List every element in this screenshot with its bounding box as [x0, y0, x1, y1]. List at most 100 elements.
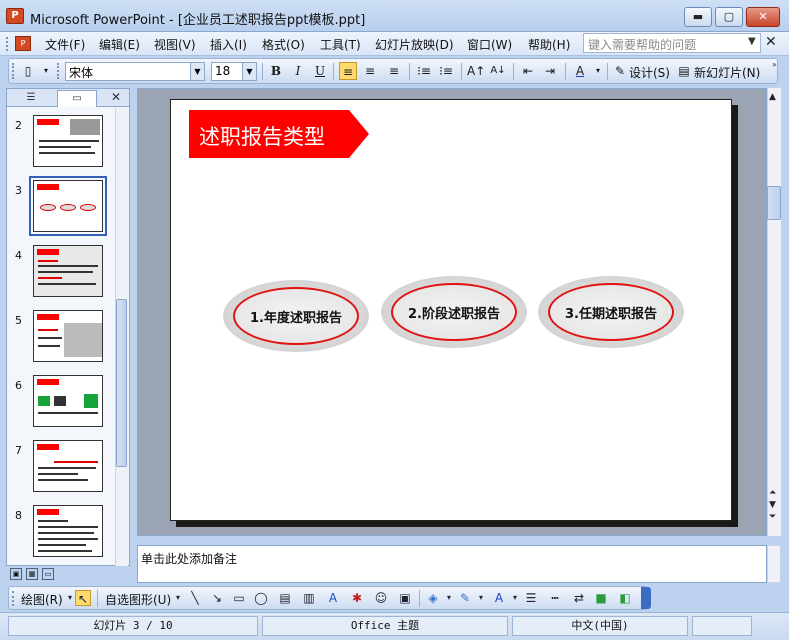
chevron-down-icon[interactable]: ▾	[589, 62, 607, 80]
align-right-icon[interactable]: ≡	[385, 62, 403, 80]
decrease-indent-icon[interactable]: ⇤	[519, 62, 537, 80]
draw-menu-button[interactable]: 绘图(R)	[21, 591, 63, 608]
document-close-button[interactable]: ✕	[765, 34, 777, 50]
more-buttons-icon[interactable]: ▾	[37, 62, 55, 80]
increase-indent-icon[interactable]: ⇥	[541, 62, 559, 80]
slideshow-icon[interactable]: ▭	[42, 568, 54, 580]
3d-style-icon[interactable]: ◧	[617, 590, 633, 606]
pane-close-button[interactable]: ✕	[111, 90, 121, 104]
chevron-down-icon[interactable]: ▼	[242, 63, 256, 80]
textbox-icon[interactable]: ▤	[277, 590, 293, 606]
help-dropdown-icon[interactable]: ▼	[748, 36, 756, 47]
new-slide-button[interactable]: 新幻灯片(N)	[694, 64, 760, 81]
rectangle-icon[interactable]: ▭	[231, 590, 247, 606]
arrow-icon[interactable]: ↘	[209, 590, 225, 606]
menu-edit[interactable]: 编辑(E)	[99, 36, 140, 53]
scroll-up-icon[interactable]: ▲	[769, 92, 776, 102]
line-color-icon[interactable]: ✎	[457, 590, 473, 606]
close-button[interactable]: ✕	[746, 7, 780, 27]
menu-format[interactable]: 格式(O)	[262, 36, 305, 53]
italic-button[interactable]: I	[289, 62, 307, 80]
font-color-icon[interactable]: A	[491, 590, 507, 606]
slide-number: 3	[15, 184, 22, 197]
menu-view[interactable]: 视图(V)	[154, 36, 196, 53]
help-search-input[interactable]: 键入需要帮助的问题	[583, 33, 761, 53]
menu-slideshow[interactable]: 幻灯片放映(D)	[375, 36, 454, 53]
slide-thumbnail-6[interactable]	[33, 375, 103, 427]
document-icon[interactable]: P	[15, 36, 31, 51]
toolbar-options-icon[interactable]: »	[772, 60, 780, 82]
menu-window[interactable]: 窗口(W)	[467, 36, 512, 53]
align-center-icon[interactable]: ≡	[361, 62, 379, 80]
shadow-style-icon[interactable]: ■	[593, 590, 609, 606]
oval-icon[interactable]: ◯	[253, 590, 269, 606]
chevron-down-icon[interactable]: ▼	[190, 63, 204, 80]
maximize-button[interactable]: ▢	[715, 7, 743, 27]
font-size-select[interactable]: 18 ▼	[211, 62, 257, 81]
scroll-down-icon[interactable]: ▼	[769, 500, 776, 510]
line-icon[interactable]: ╲	[187, 590, 203, 606]
fill-color-icon[interactable]: ◈	[425, 590, 441, 606]
select-objects-icon[interactable]: ↖	[75, 590, 91, 606]
next-slide-icon[interactable]: ⏷	[769, 512, 776, 522]
new-slide-icon[interactable]: ▤	[675, 62, 693, 80]
toolbar-grip[interactable]	[12, 63, 15, 79]
notes-pane[interactable]: 单击此处添加备注	[137, 545, 767, 583]
menu-tools[interactable]: 工具(T)	[320, 36, 361, 53]
outline-tab-icon[interactable]: ☰	[11, 90, 51, 107]
slide-title[interactable]: 述职报告类型	[199, 121, 325, 151]
slide-thumbnail-2[interactable]	[33, 115, 103, 167]
arrow-style-icon[interactable]: ⇄	[571, 590, 587, 606]
notes-scrollbar[interactable]	[767, 545, 781, 583]
slide-thumbnail-8[interactable]	[33, 505, 103, 557]
bullet-list-icon[interactable]: ⁝≡	[437, 62, 455, 80]
report-type-oval-1[interactable]: 1.年度述职报告	[223, 280, 369, 352]
previous-slide-icon[interactable]: ⏶	[769, 488, 776, 498]
slide-sorter-icon[interactable]: ▦	[26, 568, 38, 580]
toolbar-options-icon[interactable]	[641, 587, 651, 609]
toolbar-grip[interactable]	[12, 591, 15, 606]
slide-thumbnail-5[interactable]	[33, 310, 103, 362]
dash-style-icon[interactable]: ┅	[547, 590, 563, 606]
menu-insert[interactable]: 插入(I)	[210, 36, 247, 53]
font-family-select[interactable]: 宋体 ▼	[65, 62, 205, 81]
new-document-icon[interactable]: ▯	[19, 62, 37, 80]
pane-scrollbar-thumb[interactable]	[116, 299, 127, 467]
minimize-button[interactable]: ▬	[684, 7, 712, 27]
vertical-textbox-icon[interactable]: ▥	[301, 590, 317, 606]
current-slide[interactable]: 述职报告类型 1.年度述职报告 2.阶段述职报告 3.任期述职报告	[170, 99, 732, 521]
wordart-icon[interactable]: A	[325, 590, 341, 606]
picture-icon[interactable]: ▣	[397, 590, 413, 606]
toolbar-grip[interactable]	[57, 63, 60, 79]
menu-file[interactable]: 文件(F)	[45, 36, 85, 53]
chevron-down-icon[interactable]: ▾	[473, 590, 489, 606]
decrease-font-icon[interactable]: A↓	[489, 62, 507, 80]
chevron-down-icon[interactable]: ▾	[441, 590, 457, 606]
underline-button[interactable]: U	[311, 62, 329, 80]
numbered-list-icon[interactable]: ⁝≡	[415, 62, 433, 80]
menu-help[interactable]: 帮助(H)	[528, 36, 570, 53]
chevron-down-icon[interactable]: ▾	[507, 590, 523, 606]
slide-scrollbar-thumb[interactable]	[767, 186, 781, 220]
bold-button[interactable]: B	[267, 62, 285, 80]
slides-tab-icon[interactable]: ▭	[57, 90, 97, 107]
design-button[interactable]: 设计(S)	[629, 64, 670, 81]
slide-thumbnail-7[interactable]	[33, 440, 103, 492]
increase-font-icon[interactable]: A↑	[467, 62, 485, 80]
notes-placeholder[interactable]: 单击此处添加备注	[141, 550, 237, 567]
clipart-icon[interactable]: ☺	[373, 590, 389, 606]
line-style-icon[interactable]: ☰	[523, 590, 539, 606]
slide-thumbnail-4[interactable]	[33, 245, 103, 297]
report-type-oval-3[interactable]: 3.任期述职报告	[538, 276, 684, 348]
toolbar-grip[interactable]	[6, 37, 9, 51]
slide-scrollbar[interactable]	[767, 88, 781, 536]
slide-thumbnail-3[interactable]	[29, 176, 107, 236]
report-type-oval-2[interactable]: 2.阶段述职报告	[381, 276, 527, 348]
autoshapes-button[interactable]: 自选图形(U)	[105, 591, 171, 608]
normal-view-icon[interactable]: ▣	[10, 568, 22, 580]
chevron-down-icon[interactable]: ▾	[170, 590, 186, 606]
font-color-icon[interactable]: A	[571, 62, 589, 80]
diagram-icon[interactable]: ✱	[349, 590, 365, 606]
design-icon[interactable]: ✎	[611, 62, 629, 80]
align-left-icon[interactable]: ≡	[339, 62, 357, 80]
